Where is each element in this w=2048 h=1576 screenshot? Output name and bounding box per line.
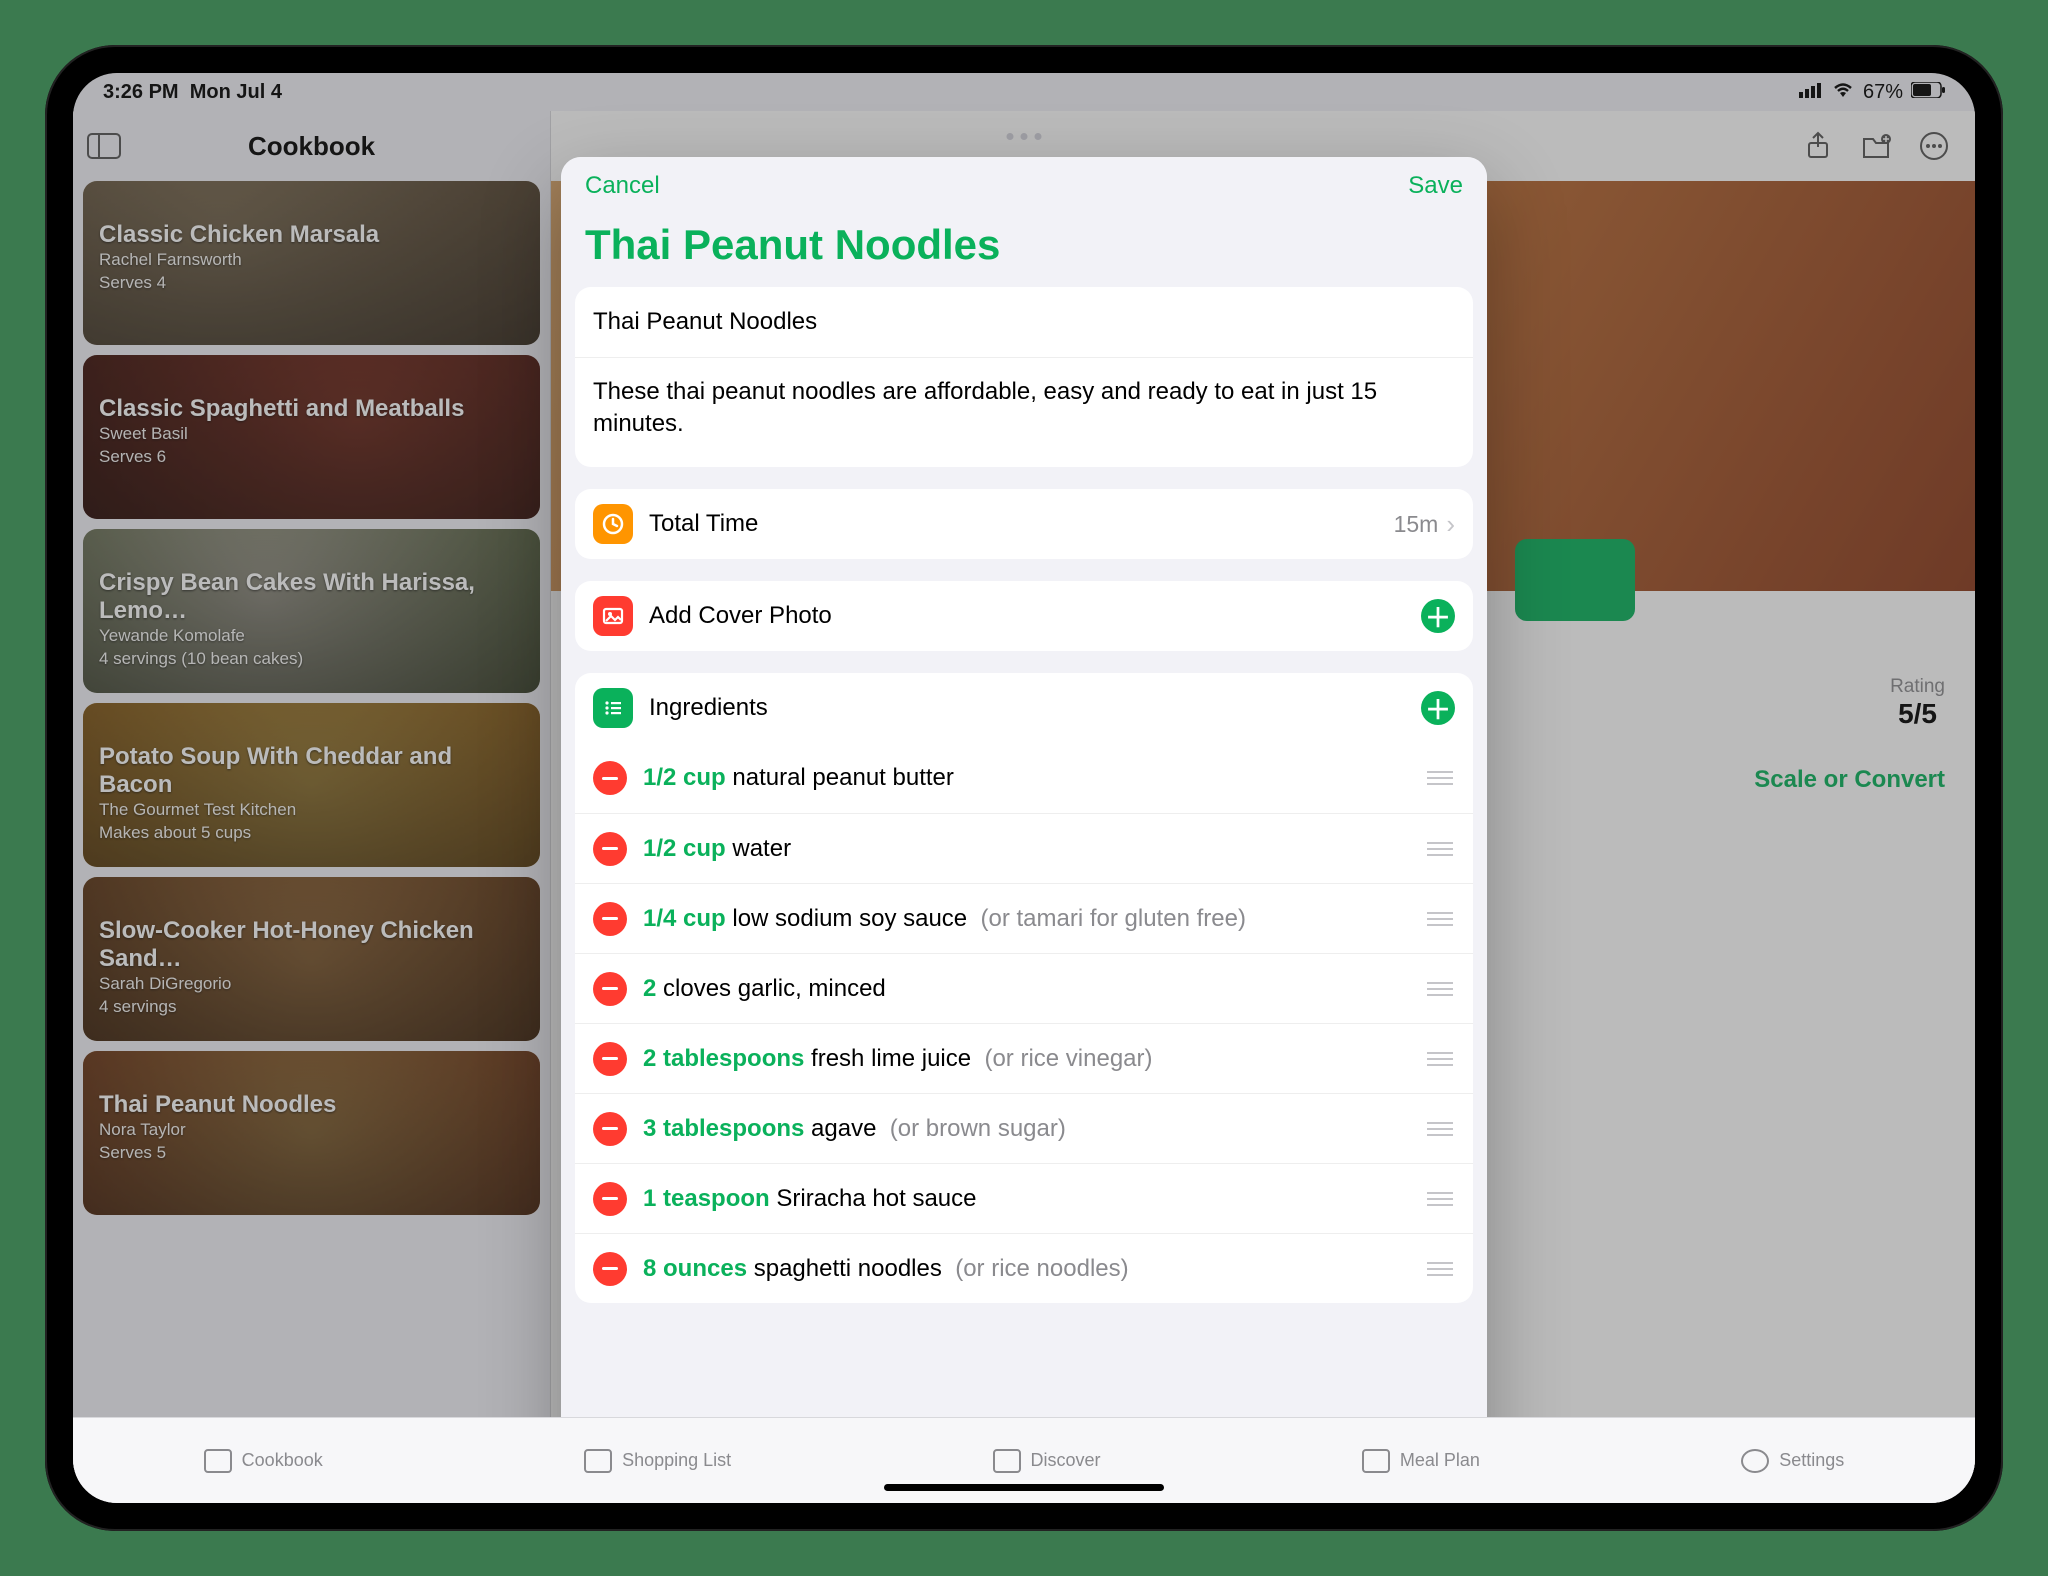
ingredient-text: 3 tablespoons agave (or brown sugar) (643, 1115, 1415, 1143)
ingredient-qty: 1 teaspoon (643, 1185, 770, 1212)
ingredient-text: 1 teaspoon Sriracha hot sauce (643, 1185, 1415, 1213)
delete-ingredient-button[interactable] (593, 1182, 627, 1216)
modal-title: Thai Peanut Noodles (561, 215, 1487, 287)
ingredient-qty: 3 tablespoons (643, 1115, 804, 1142)
tab-discover[interactable]: Discover (993, 1449, 1101, 1473)
delete-ingredient-button[interactable] (593, 1112, 627, 1146)
chevron-right-icon: › (1446, 509, 1455, 540)
ingredient-name: spaghetti noodles (754, 1255, 942, 1282)
ingredient-qty: 1/2 cup (643, 835, 726, 862)
ingredient-name: low sodium soy sauce (732, 905, 967, 932)
add-ingredient-button[interactable]: ＋ (1421, 691, 1455, 725)
add-cover-plus-button[interactable]: ＋ (1421, 599, 1455, 633)
ingredient-name: natural peanut butter (732, 764, 954, 791)
ingredients-card: Ingredients ＋ 1/2 cup natural peanut but… (575, 673, 1473, 1303)
total-time-row[interactable]: Total Time 15m › (575, 489, 1473, 559)
ingredient-name: water (732, 835, 791, 862)
tab-meal-plan[interactable]: Meal Plan (1362, 1449, 1480, 1473)
photo-icon (593, 596, 633, 636)
ingredient-text: 1/2 cup natural peanut butter (643, 764, 1415, 792)
ingredient-name: cloves garlic, minced (663, 975, 886, 1002)
delete-ingredient-button[interactable] (593, 972, 627, 1006)
ingredient-note: (or tamari for gluten free) (981, 905, 1246, 932)
total-time-value: 15m (1394, 511, 1439, 538)
shopping-icon (584, 1449, 612, 1473)
ingredient-row[interactable]: 3 tablespoons agave (or brown sugar) (575, 1093, 1473, 1163)
drag-handle-icon[interactable] (1425, 1262, 1455, 1276)
ingredient-row[interactable]: 1 teaspoon Sriracha hot sauce (575, 1163, 1473, 1233)
drag-handle-icon[interactable] (1425, 1122, 1455, 1136)
drag-handle-icon[interactable] (1425, 771, 1455, 785)
multitask-dots[interactable] (1007, 133, 1042, 140)
ingredient-qty: 2 tablespoons (643, 1045, 804, 1072)
ingredient-note: (or brown sugar) (890, 1115, 1066, 1142)
cookbook-icon (204, 1449, 232, 1473)
ingredient-text: 2 tablespoons fresh lime juice (or rice … (643, 1045, 1415, 1073)
ingredient-row[interactable]: 8 ounces spaghetti noodles (or rice nood… (575, 1233, 1473, 1303)
ingredient-qty: 1/2 cup (643, 764, 726, 791)
delete-ingredient-button[interactable] (593, 761, 627, 795)
ingredient-row[interactable]: 1/4 cup low sodium soy sauce (or tamari … (575, 883, 1473, 953)
tab-settings[interactable]: Settings (1741, 1449, 1844, 1473)
ingredient-row[interactable]: 2 tablespoons fresh lime juice (or rice … (575, 1023, 1473, 1093)
delete-ingredient-button[interactable] (593, 902, 627, 936)
ingredient-note: (or rice noodles) (955, 1255, 1128, 1282)
total-time-card: Total Time 15m › (575, 489, 1473, 559)
delete-ingredient-button[interactable] (593, 1042, 627, 1076)
add-cover-label: Add Cover Photo (649, 602, 1421, 630)
delete-ingredient-button[interactable] (593, 832, 627, 866)
drag-handle-icon[interactable] (1425, 1052, 1455, 1066)
edit-recipe-modal: Cancel Save Thai Peanut Noodles Thai Pea… (561, 157, 1487, 1487)
modal-header: Cancel Save (561, 157, 1487, 215)
ingredient-qty: 1/4 cup (643, 905, 726, 932)
save-button[interactable]: Save (1408, 172, 1463, 200)
recipe-name-value: Thai Peanut Noodles (593, 308, 1455, 336)
ingredient-row[interactable]: 1/2 cup water (575, 813, 1473, 883)
ingredient-row[interactable]: 2 cloves garlic, minced (575, 953, 1473, 1023)
drag-handle-icon[interactable] (1425, 912, 1455, 926)
tab-cookbook[interactable]: Cookbook (204, 1449, 323, 1473)
ipad-frame: 3:26 PM Mon Jul 4 67% (45, 45, 2003, 1531)
cancel-button[interactable]: Cancel (585, 172, 660, 200)
tab-shopping[interactable]: Shopping List (584, 1449, 731, 1473)
add-cover-photo-row[interactable]: Add Cover Photo ＋ (575, 581, 1473, 651)
meal-plan-icon (1362, 1449, 1390, 1473)
ingredients-label: Ingredients (649, 694, 1421, 722)
ingredients-header: Ingredients ＋ (575, 673, 1473, 743)
ingredient-qty: 8 ounces (643, 1255, 747, 1282)
ingredient-name: Sriracha hot sauce (776, 1185, 976, 1212)
ingredient-name: fresh lime juice (811, 1045, 971, 1072)
home-indicator[interactable] (884, 1484, 1164, 1491)
ingredient-text: 1/4 cup low sodium soy sauce (or tamari … (643, 905, 1415, 933)
delete-ingredient-button[interactable] (593, 1252, 627, 1286)
ingredient-qty: 2 (643, 975, 656, 1002)
recipe-description-field[interactable]: These thai peanut noodles are affordable… (575, 357, 1473, 467)
ingredient-row[interactable]: 1/2 cup natural peanut butter (575, 743, 1473, 813)
recipe-name-field[interactable]: Thai Peanut Noodles (575, 287, 1473, 357)
ingredient-text: 8 ounces spaghetti noodles (or rice nood… (643, 1255, 1415, 1283)
drag-handle-icon[interactable] (1425, 982, 1455, 996)
drag-handle-icon[interactable] (1425, 842, 1455, 856)
cover-photo-card: Add Cover Photo ＋ (575, 581, 1473, 651)
list-icon (593, 688, 633, 728)
discover-icon (993, 1449, 1021, 1473)
ingredient-text: 1/2 cup water (643, 835, 1415, 863)
settings-icon (1741, 1449, 1769, 1473)
ingredient-name: agave (811, 1115, 876, 1142)
screen: 3:26 PM Mon Jul 4 67% (73, 73, 1975, 1503)
ingredient-text: 2 cloves garlic, minced (643, 975, 1415, 1003)
name-description-card: Thai Peanut Noodles These thai peanut no… (575, 287, 1473, 467)
clock-icon (593, 504, 633, 544)
total-time-label: Total Time (649, 510, 1394, 538)
drag-handle-icon[interactable] (1425, 1192, 1455, 1206)
ingredient-note: (or rice vinegar) (984, 1045, 1152, 1072)
